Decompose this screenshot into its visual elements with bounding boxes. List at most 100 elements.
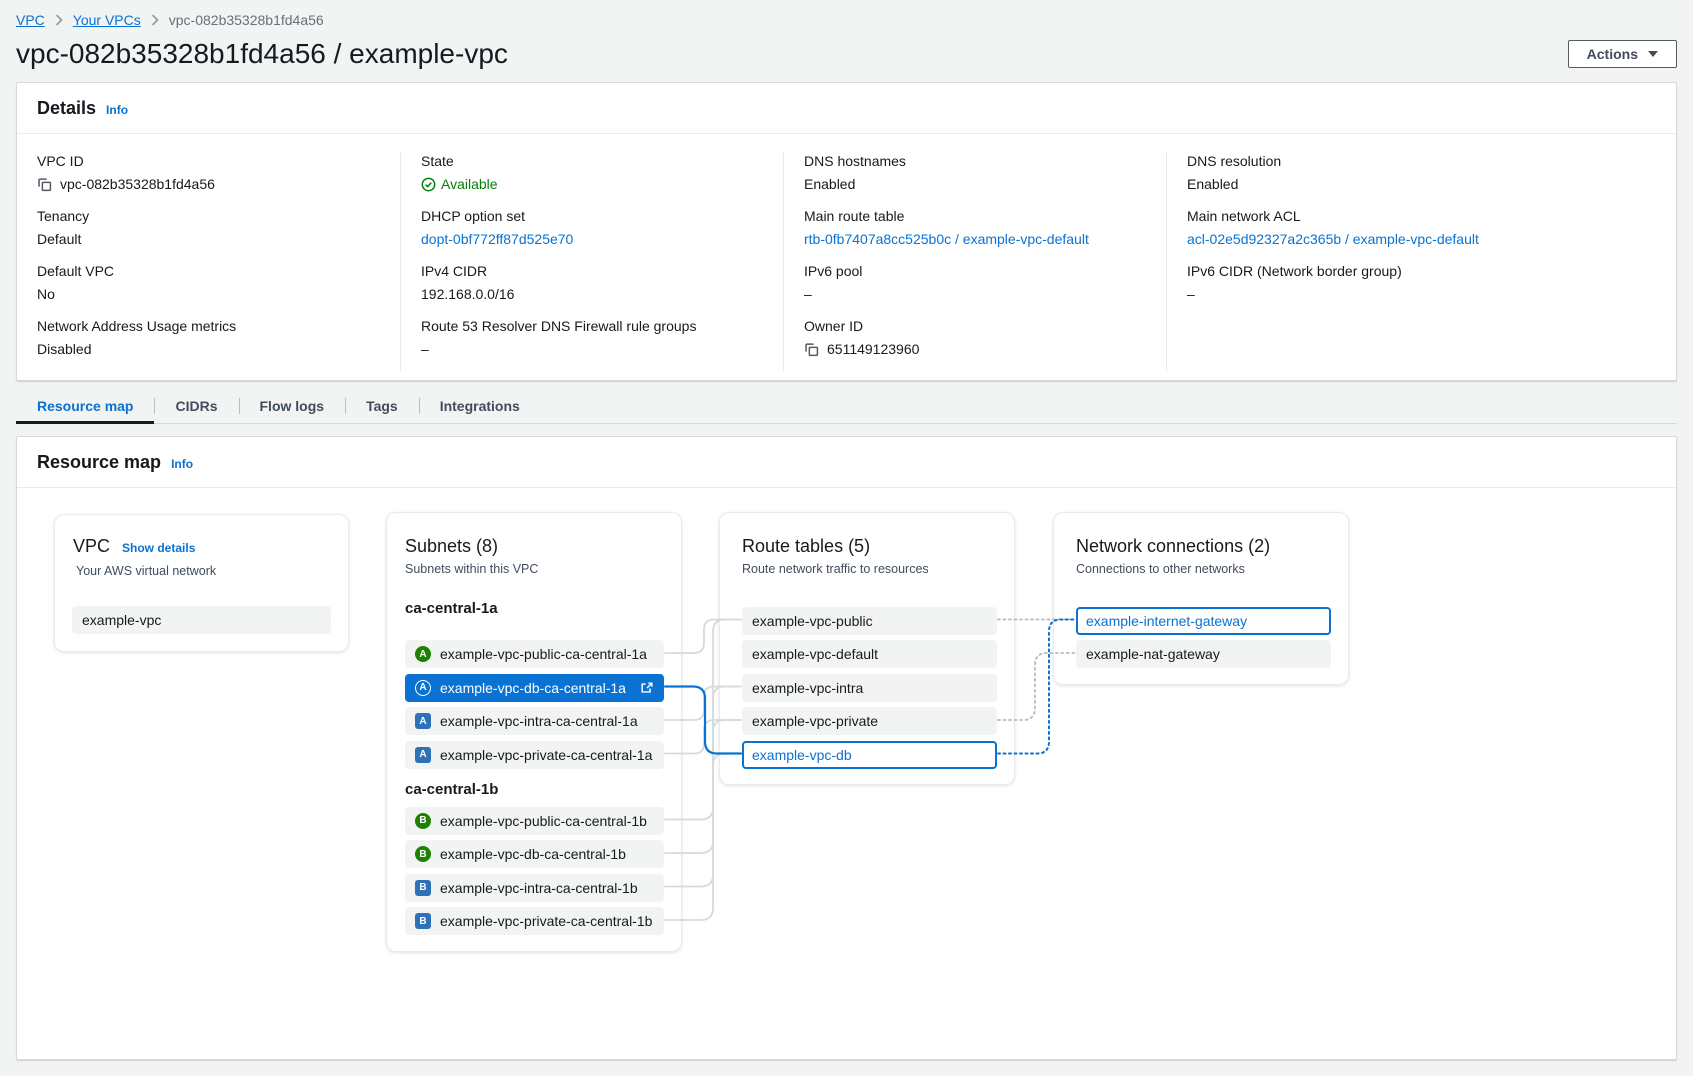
actions-button[interactable]: Actions xyxy=(1568,40,1677,68)
network-connection-item[interactable]: example-nat-gateway xyxy=(1076,640,1331,668)
subnet-item-label: example-vpc-public-ca-central-1b xyxy=(440,813,647,829)
route-table-item-highlighted[interactable]: example-vpc-db xyxy=(742,741,997,769)
details-info-link[interactable]: Info xyxy=(106,103,128,117)
field-label: DNS hostnames xyxy=(804,152,1146,171)
subnet-item-selected[interactable]: A example-vpc-db-ca-central-1a xyxy=(405,674,664,702)
zone-a-badge: A xyxy=(415,646,431,662)
field-value: 192.168.0.0/16 xyxy=(421,285,514,304)
network-connection-item-highlighted[interactable]: example-internet-gateway xyxy=(1076,607,1331,635)
copy-icon[interactable] xyxy=(37,177,52,192)
route-tables-card: Route tables (5) Route network traffic t… xyxy=(719,512,1015,785)
route-table-item[interactable]: example-vpc-intra xyxy=(742,674,997,702)
field-label: Main route table xyxy=(804,207,1146,226)
details-column-2: State Available DHCP option set dopt-0bf… xyxy=(400,152,783,372)
zone-a-badge: A xyxy=(415,747,431,763)
subnets-card: Subnets (8) Subnets within this VPC ca-c… xyxy=(386,512,682,952)
show-details-link[interactable]: Show details xyxy=(122,536,195,560)
dhcp-option-set-link[interactable]: dopt-0bf772ff87d525e70 xyxy=(421,230,573,249)
caret-down-icon xyxy=(1648,51,1658,57)
route-tables-subtitle: Route network traffic to resources xyxy=(742,562,997,577)
tab-flow-logs[interactable]: Flow logs xyxy=(239,391,346,423)
subnet-item-label: example-vpc-private-ca-central-1b xyxy=(440,913,652,929)
breadcrumb: VPC Your VPCs vpc-082b35328b1fd4a56 xyxy=(16,12,1677,28)
check-circle-icon xyxy=(421,177,436,192)
tab-resource-map[interactable]: Resource map xyxy=(16,391,154,423)
breadcrumb-link-your-vpcs[interactable]: Your VPCs xyxy=(73,12,141,28)
copy-icon[interactable] xyxy=(804,342,819,357)
route-table-label: example-vpc-default xyxy=(752,646,878,662)
breadcrumb-link-vpc[interactable]: VPC xyxy=(16,12,45,28)
field-value: – xyxy=(804,285,812,304)
vpc-card-subtitle: Your AWS virtual network xyxy=(76,564,331,579)
az-group-heading: ca-central-1a xyxy=(405,599,664,618)
network-connections-card: Network connections (2) Connections to o… xyxy=(1053,512,1349,685)
route-tables-title: Route tables (5) xyxy=(742,534,997,558)
field-value: – xyxy=(1187,285,1195,304)
field-label: IPv6 CIDR (Network border group) xyxy=(1187,262,1656,281)
field-label: Default VPC xyxy=(37,262,380,281)
vpc-item-label: example-vpc xyxy=(82,612,161,628)
actions-button-label: Actions xyxy=(1587,46,1638,62)
subnet-item-label: example-vpc-intra-ca-central-1b xyxy=(440,880,638,896)
route-table-item[interactable]: example-vpc-private xyxy=(742,707,997,735)
field-label: Tenancy xyxy=(37,207,380,226)
subnet-item-label: example-vpc-private-ca-central-1a xyxy=(440,747,652,763)
details-panel: Details Info VPC ID vpc-082b35328b1fd4a5… xyxy=(16,82,1677,381)
route-table-item[interactable]: example-vpc-public xyxy=(742,607,997,635)
main-network-acl-link[interactable]: acl-02e5d92327a2c365b / example-vpc-defa… xyxy=(1187,230,1479,249)
zone-b-badge: B xyxy=(415,846,431,862)
subnet-item[interactable]: B example-vpc-private-ca-central-1b xyxy=(405,907,664,935)
zone-a-badge: A xyxy=(415,713,431,729)
subnet-item-label: example-vpc-public-ca-central-1a xyxy=(440,646,647,662)
resource-map-info-link[interactable]: Info xyxy=(171,457,193,471)
tab-bar: Resource map CIDRs Flow logs Tags Integr… xyxy=(16,391,1677,424)
subnets-card-subtitle: Subnets within this VPC xyxy=(405,562,664,577)
page-title: vpc-082b35328b1fd4a56 / example-vpc xyxy=(16,38,508,70)
details-column-4: DNS resolution Enabled Main network ACL … xyxy=(1166,152,1676,372)
field-label: DHCP option set xyxy=(421,207,763,226)
details-title: Details xyxy=(37,96,96,120)
subnet-item[interactable]: B example-vpc-intra-ca-central-1b xyxy=(405,874,664,902)
tab-integrations[interactable]: Integrations xyxy=(419,391,541,423)
vpc-item[interactable]: example-vpc xyxy=(72,606,331,634)
field-value: Enabled xyxy=(1187,175,1238,194)
subnet-item-label: example-vpc-db-ca-central-1a xyxy=(440,680,626,696)
details-body: VPC ID vpc-082b35328b1fd4a56 Tenancy Def… xyxy=(17,134,1676,380)
route-table-label: example-vpc-db xyxy=(752,747,852,763)
breadcrumb-current: vpc-082b35328b1fd4a56 xyxy=(169,12,324,28)
zone-b-badge: B xyxy=(415,880,431,896)
route-table-item[interactable]: example-vpc-default xyxy=(742,640,997,668)
field-label: IPv4 CIDR xyxy=(421,262,763,281)
field-value: Available xyxy=(441,175,498,194)
tab-cidrs[interactable]: CIDRs xyxy=(154,391,238,423)
subnet-item-label: example-vpc-db-ca-central-1b xyxy=(440,846,626,862)
main-route-table-link[interactable]: rtb-0fb7407a8cc525b0c / example-vpc-defa… xyxy=(804,230,1089,249)
route-table-label: example-vpc-public xyxy=(752,613,873,629)
details-column-3: DNS hostnames Enabled Main route table r… xyxy=(783,152,1166,372)
field-label: DNS resolution xyxy=(1187,152,1656,171)
vpc-card-title: VPC xyxy=(73,534,110,558)
tab-tags[interactable]: Tags xyxy=(345,391,419,423)
field-value: No xyxy=(37,285,55,304)
subnet-item[interactable]: A example-vpc-public-ca-central-1a xyxy=(405,640,664,668)
subnet-item[interactable]: A example-vpc-private-ca-central-1a xyxy=(405,741,664,769)
subnets-card-title: Subnets (8) xyxy=(405,534,664,558)
vpc-details-page: VPC Your VPCs vpc-082b35328b1fd4a56 vpc-… xyxy=(0,0,1693,1076)
network-connections-title: Network connections (2) xyxy=(1076,534,1331,558)
field-value: Disabled xyxy=(37,340,91,359)
route-table-label: example-vpc-private xyxy=(752,713,878,729)
page-header: vpc-082b35328b1fd4a56 / example-vpc Acti… xyxy=(16,38,1677,70)
subnet-item[interactable]: A example-vpc-intra-ca-central-1a xyxy=(405,707,664,735)
details-column-1: VPC ID vpc-082b35328b1fd4a56 Tenancy Def… xyxy=(17,152,400,372)
chevron-right-icon xyxy=(55,14,63,26)
field-label: Network Address Usage metrics xyxy=(37,317,380,336)
field-value: Enabled xyxy=(804,175,855,194)
external-link-icon[interactable] xyxy=(640,681,654,695)
details-header: Details Info xyxy=(17,83,1676,134)
subnet-item[interactable]: B example-vpc-db-ca-central-1b xyxy=(405,840,664,868)
subnet-item[interactable]: B example-vpc-public-ca-central-1b xyxy=(405,807,664,835)
field-label: VPC ID xyxy=(37,152,380,171)
field-value: vpc-082b35328b1fd4a56 xyxy=(60,175,215,194)
subnet-item-label: example-vpc-intra-ca-central-1a xyxy=(440,713,638,729)
network-connection-label: example-nat-gateway xyxy=(1086,646,1220,662)
